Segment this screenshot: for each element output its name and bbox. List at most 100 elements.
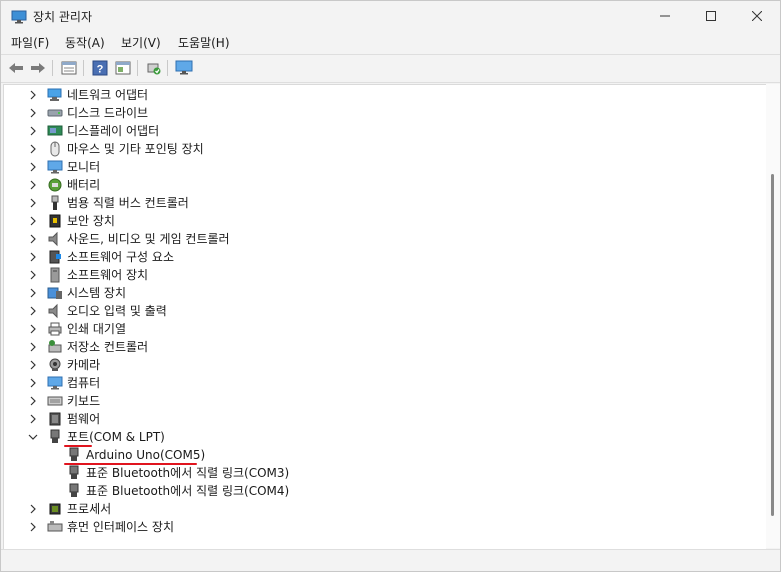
menu-bar: 파일(F) 동작(A) 보기(V) 도움말(H)	[1, 31, 780, 53]
device-manager-window: 장치 관리자 파일(F) 동작(A) 보기(V) 도움말(H) ? 네트워크 어…	[0, 0, 781, 572]
tree-category[interactable]: 사운드, 비디오 및 게임 컨트롤러	[4, 230, 764, 248]
category-label: 마우스 및 기타 포인팅 장치	[67, 142, 204, 156]
tree-category[interactable]: 키보드	[4, 392, 764, 410]
tree-category[interactable]: 소프트웨어 구성 요소	[4, 248, 764, 266]
driver-details-icon[interactable]	[112, 58, 133, 78]
chevron-right-icon[interactable]	[28, 302, 38, 320]
help-icon[interactable]: ?	[89, 58, 110, 78]
tree-category[interactable]: 범용 직렬 버스 컨트롤러	[4, 194, 764, 212]
tree-category[interactable]: 모니터	[4, 158, 764, 176]
toolbar: ?	[1, 54, 780, 83]
system-device-icon	[46, 285, 63, 301]
status-bar	[1, 549, 780, 571]
tree-category[interactable]: 인쇄 대기열	[4, 320, 764, 338]
chevron-right-icon[interactable]	[28, 518, 38, 536]
category-label: 소프트웨어 구성 요소	[67, 250, 174, 264]
tree-category[interactable]: 컴퓨터	[4, 374, 764, 392]
chevron-right-icon[interactable]	[28, 284, 38, 302]
hid-icon	[46, 519, 63, 535]
keyboard-icon	[46, 393, 63, 409]
title-bar: 장치 관리자	[1, 1, 780, 31]
chevron-right-icon[interactable]	[28, 392, 38, 410]
back-arrow-icon[interactable]	[5, 58, 26, 78]
menu-help[interactable]: 도움말(H)	[178, 34, 230, 51]
tree-category[interactable]: 네트워크 어댑터	[4, 86, 764, 104]
window-title: 장치 관리자	[33, 10, 93, 24]
chevron-down-icon[interactable]	[28, 428, 38, 446]
tree-category[interactable]: 디스크 드라이브	[4, 104, 764, 122]
menu-action[interactable]: 동작(A)	[65, 34, 105, 51]
chevron-right-icon[interactable]	[28, 194, 38, 212]
chevron-right-icon[interactable]	[28, 212, 38, 230]
vertical-scrollbar[interactable]	[766, 84, 780, 548]
tree-category[interactable]: 프로세서	[4, 500, 764, 518]
scan-hardware-icon[interactable]	[143, 58, 164, 78]
minimize-button[interactable]	[642, 1, 688, 31]
chevron-right-icon[interactable]	[28, 500, 38, 518]
tree-category[interactable]: 시스템 장치	[4, 284, 764, 302]
category-label: 시스템 장치	[67, 286, 127, 300]
chevron-right-icon[interactable]	[28, 176, 38, 194]
category-label: 휴먼 인터페이스 장치	[67, 520, 174, 534]
display-adapter-icon	[46, 123, 63, 139]
tree-device[interactable]: Arduino Uno(COM5)	[4, 446, 764, 465]
monitor-icon[interactable]	[173, 58, 194, 78]
category-label: 사운드, 비디오 및 게임 컨트롤러	[67, 232, 230, 246]
disk-drive-icon	[46, 105, 63, 121]
camera-icon	[46, 357, 63, 373]
tree-category[interactable]: 보안 장치	[4, 212, 764, 230]
category-label: 디스플레이 어댑터	[67, 124, 160, 138]
device-label: Arduino Uno(COM5)	[86, 448, 206, 462]
forward-arrow-icon[interactable]	[27, 58, 48, 78]
chevron-right-icon[interactable]	[28, 320, 38, 338]
chevron-right-icon[interactable]	[28, 410, 38, 428]
menu-view[interactable]: 보기(V)	[121, 34, 161, 51]
chevron-right-icon[interactable]	[28, 86, 38, 104]
tree-category[interactable]: 카메라	[4, 356, 764, 374]
firmware-icon	[46, 411, 63, 427]
svg-text:?: ?	[96, 64, 103, 76]
tree-category[interactable]: 소프트웨어 장치	[4, 266, 764, 284]
category-label: 프로세서	[67, 502, 112, 516]
chevron-right-icon[interactable]	[28, 104, 38, 122]
tree-category-ports[interactable]: 포트(COM & LPT)	[4, 428, 764, 447]
properties-grid-icon[interactable]	[58, 58, 79, 78]
chevron-right-icon[interactable]	[28, 266, 38, 284]
toolbar-separator	[167, 60, 168, 76]
device-manager-icon	[11, 9, 27, 24]
tree-category[interactable]: 오디오 입력 및 출력	[4, 302, 764, 320]
tree-category[interactable]: 배터리	[4, 176, 764, 194]
tree-category[interactable]: 펌웨어	[4, 410, 764, 428]
menu-file[interactable]: 파일(F)	[11, 34, 49, 51]
device-label: 표준 Bluetooth에서 직렬 링크(COM3)	[86, 466, 290, 480]
toolbar-separator	[137, 60, 138, 76]
tree-category[interactable]: 마우스 및 기타 포인팅 장치	[4, 140, 764, 158]
tree-device[interactable]: 표준 Bluetooth에서 직렬 링크(COM3)	[4, 464, 764, 482]
software-device-icon	[46, 267, 63, 283]
chevron-right-icon[interactable]	[28, 230, 38, 248]
tree-category[interactable]: 휴먼 인터페이스 장치	[4, 518, 764, 536]
close-button[interactable]	[734, 1, 780, 31]
chevron-right-icon[interactable]	[28, 122, 38, 140]
computer-icon	[46, 375, 63, 391]
scrollbar-thumb[interactable]	[771, 174, 774, 516]
category-label: 디스크 드라이브	[67, 106, 149, 120]
maximize-button[interactable]	[688, 1, 734, 31]
processor-icon	[46, 501, 63, 517]
category-label: 저장소 컨트롤러	[67, 340, 149, 354]
category-label: 네트워크 어댑터	[67, 88, 149, 102]
port-icon	[65, 447, 82, 463]
tree-category[interactable]: 디스플레이 어댑터	[4, 122, 764, 140]
device-tree: 네트워크 어댑터디스크 드라이브디스플레이 어댑터마우스 및 기타 포인팅 장치…	[3, 84, 766, 549]
chevron-right-icon[interactable]	[28, 338, 38, 356]
tree-device[interactable]: 표준 Bluetooth에서 직렬 링크(COM4)	[4, 482, 764, 500]
chevron-right-icon[interactable]	[28, 248, 38, 266]
chevron-right-icon[interactable]	[28, 356, 38, 374]
tree-category[interactable]: 저장소 컨트롤러	[4, 338, 764, 356]
category-label: 인쇄 대기열	[67, 322, 127, 336]
chevron-right-icon[interactable]	[28, 158, 38, 176]
category-label: 보안 장치	[67, 214, 115, 228]
chevron-right-icon[interactable]	[28, 374, 38, 392]
chevron-right-icon[interactable]	[28, 140, 38, 158]
category-label: 배터리	[67, 178, 101, 192]
